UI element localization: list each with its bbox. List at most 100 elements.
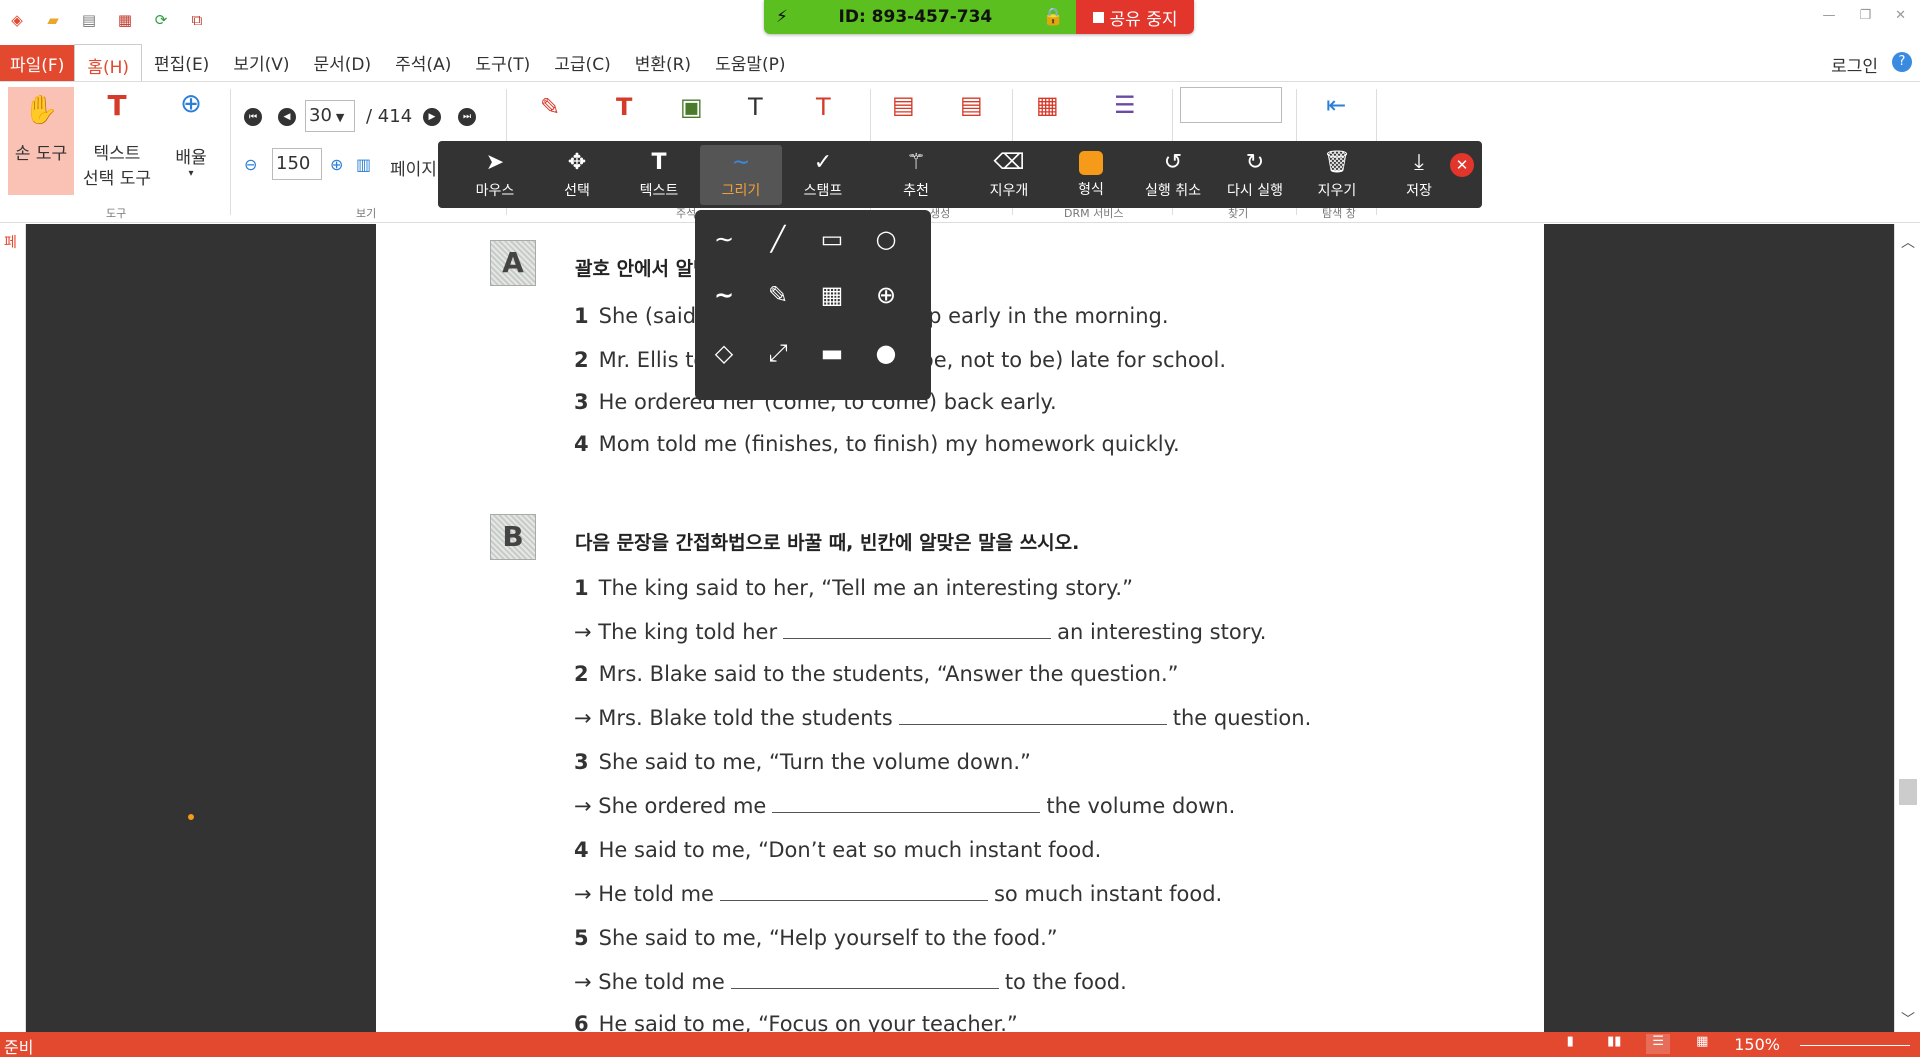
tool-eraser[interactable]: ⌫ 지우개 (968, 145, 1050, 205)
scroll-up-icon[interactable]: ︿ (1901, 232, 1915, 252)
filled-circle-icon[interactable]: ● (867, 334, 905, 372)
left-panel-tab[interactable]: 페 (0, 224, 25, 260)
arrow-icon[interactable]: ⤢ (759, 334, 797, 372)
tool-recommend[interactable]: ⚚ 추천 (864, 145, 968, 205)
zoom-input[interactable]: 150 % (272, 148, 322, 180)
close-toolbar-icon[interactable]: ✕ (1450, 153, 1474, 177)
exercise-item: 4 He said to me, “Don’t eat so much insta… (574, 838, 1101, 862)
text-comment-icon[interactable]: T (748, 93, 763, 121)
login-link[interactable]: 로그인 (1831, 52, 1878, 77)
tool-clear[interactable]: 🗑 지우기 (1296, 145, 1378, 205)
zoom-tool-label: 배율 (175, 148, 207, 168)
tool-label: 실행 취소 (1145, 182, 1201, 199)
vertical-scrollbar[interactable]: ︿ ﹀ (1894, 224, 1920, 1032)
pen-icon[interactable]: ✎ (540, 93, 560, 121)
menu-home[interactable]: 홈(H) (74, 44, 143, 81)
zoom-slider[interactable] (1800, 1044, 1910, 1046)
menu-bar: 파일(F) 홈(H) 편집(E) 보기(V) 문서(D) 주석(A) 도구(T)… (0, 44, 1920, 82)
circle-icon[interactable]: ○ (867, 220, 905, 258)
page-layout-icon[interactable]: ▥ (356, 155, 371, 174)
restore-icon[interactable]: ❐ (1859, 8, 1871, 23)
save-icon[interactable]: ▤ (78, 10, 100, 30)
status-controls: ▮ ▮▮ ☰ ▦ 150% (1558, 1034, 1910, 1054)
trash-icon: 🗑 (1323, 149, 1351, 175)
tool-undo[interactable]: ↺ 실행 취소 (1132, 145, 1214, 205)
exercise-item: 4 Mom told me (finishes, to finish) my ho… (574, 432, 1180, 456)
nav-pane-icon[interactable]: ⇤ (1326, 91, 1346, 119)
tool-redo[interactable]: ↻ 다시 실행 (1214, 145, 1296, 205)
drm-list-icon[interactable]: ☰ (1114, 91, 1136, 119)
tool-draw[interactable]: ∼ 그리기 (700, 144, 782, 205)
export-icon[interactable]: ⧉ (186, 10, 208, 30)
next-page-icon[interactable]: ▶ (423, 108, 441, 126)
menu-advanced[interactable]: 고급(C) (542, 50, 622, 81)
status-bar: 준비 ▮ ▮▮ ☰ ▦ 150% (0, 1032, 1920, 1057)
thick-curve-icon[interactable]: ∼ (705, 276, 743, 314)
grid-view-icon[interactable]: ▦ (1690, 1034, 1714, 1054)
filled-rectangle-icon[interactable]: ▬ (813, 334, 851, 372)
last-page-icon[interactable]: ⏭ (458, 108, 476, 126)
add-page-icon[interactable]: ▤ (960, 91, 983, 119)
print-icon[interactable]: ▦ (114, 10, 136, 30)
tool-stamp[interactable]: ✓ 스탬프 (782, 145, 864, 205)
answer-blank (783, 621, 1052, 639)
page-number-input[interactable]: 30 ▼ (305, 100, 355, 132)
rectangle-icon[interactable]: ▭ (813, 220, 851, 258)
item-quote: Mrs. Blake said to the students, “Answer… (598, 662, 1179, 686)
zoom-out-icon[interactable]: ⊖ (244, 155, 257, 174)
menu-edit[interactable]: 편집(E) (142, 50, 221, 81)
help-icon[interactable]: ? (1892, 52, 1912, 72)
menu-convert[interactable]: 변환(R) (623, 50, 703, 81)
scroll-thumb[interactable] (1899, 779, 1917, 805)
zoom-value: 150 % (276, 153, 311, 174)
item-number: 4 (574, 432, 589, 456)
thin-curve-icon[interactable]: ∼ (705, 220, 743, 258)
chevron-down-icon[interactable]: ▾ (166, 168, 216, 179)
remote-share-bar: ⚡ ID: 893-457-734 🔒 공유 중지 (764, 0, 1194, 34)
text-select-tool-button[interactable]: T 텍스트 선택 도구 (82, 89, 152, 189)
two-page-view-icon[interactable]: ▮▮ (1602, 1034, 1626, 1054)
menu-document[interactable]: 문서(D) (302, 50, 384, 81)
zoom-in-small-icon[interactable]: ⊕ (330, 155, 343, 174)
freehand-icon: ∼ (731, 149, 751, 175)
menu-help[interactable]: 도움말(P) (703, 50, 797, 81)
brush-icon[interactable]: ✎ (759, 276, 797, 314)
refresh-icon[interactable]: ⟳ (150, 10, 172, 30)
hand-tool-button[interactable]: ✋ 손 도구 (8, 87, 74, 195)
stop-share-button[interactable]: 공유 중지 (1076, 0, 1194, 34)
magic-wand-icon: ⚚ (906, 149, 926, 175)
tool-select[interactable]: ✥ 선택 (536, 145, 618, 205)
tool-format[interactable]: 형식 (1050, 145, 1132, 205)
scroll-down-icon[interactable]: ﹀ (1901, 1009, 1915, 1029)
tool-label: 저장 (1406, 182, 1432, 199)
text-delete-icon[interactable]: T (816, 93, 831, 121)
continuous-view-icon[interactable]: ☰ (1646, 1034, 1671, 1054)
text-select-label-1: 텍스트 (93, 144, 141, 164)
tool-save[interactable]: ⤓ 저장 (1378, 145, 1460, 205)
tool-mouse[interactable]: ➤ 마우스 (454, 145, 536, 205)
hatched-circle-icon[interactable]: ⊕ (867, 276, 905, 314)
text-box-icon[interactable]: T (616, 93, 632, 121)
tool-text[interactable]: T 텍스트 (618, 145, 700, 205)
first-page-icon[interactable]: ⏮ (244, 108, 262, 126)
menu-file[interactable]: 파일(F) (0, 45, 75, 81)
hatched-rectangle-icon[interactable]: ▦ (813, 276, 851, 314)
menu-tools[interactable]: 도구(T) (463, 50, 542, 81)
pdf-drm-icon[interactable]: ▦ (1036, 91, 1059, 119)
minimize-icon[interactable]: — (1822, 8, 1835, 23)
diamond-icon[interactable]: ◇ (705, 334, 743, 372)
pdf-export-icon[interactable]: ▤ (892, 91, 915, 119)
line-icon[interactable]: ╱ (759, 220, 797, 258)
menu-annotation[interactable]: 주석(A) (383, 50, 463, 81)
open-folder-icon[interactable]: ▰ (42, 10, 64, 30)
single-page-view-icon[interactable]: ▮ (1558, 1034, 1582, 1054)
close-window-icon[interactable]: ✕ (1895, 8, 1906, 23)
hand-icon: ✋ (23, 93, 59, 126)
image-icon[interactable]: ▣ (680, 93, 703, 121)
prev-page-icon[interactable]: ◀ (278, 108, 296, 126)
menu-view[interactable]: 보기(V) (221, 50, 301, 81)
tool-label: 마우스 (475, 182, 515, 199)
zoom-tool-button[interactable]: ⊕ 배율 ▾ (166, 89, 216, 179)
search-box[interactable] (1180, 87, 1282, 123)
status-text: 준비 (4, 1038, 34, 1057)
